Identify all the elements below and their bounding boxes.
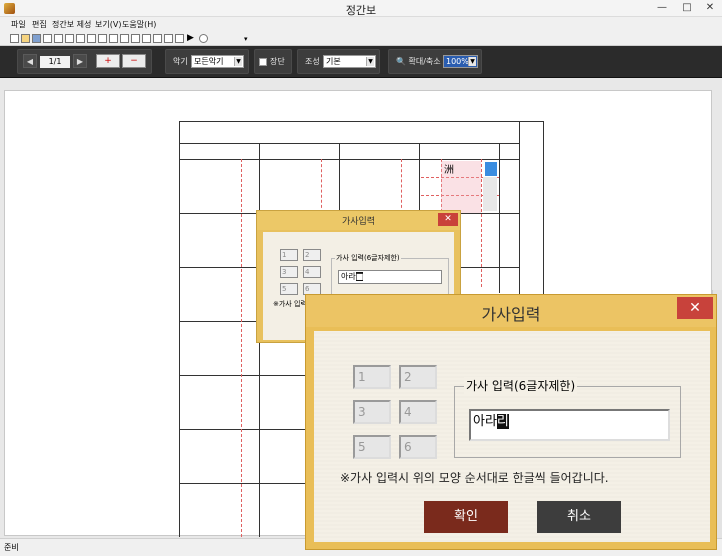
small-dialog-header: 가사입력 ✕ [257, 211, 460, 230]
lyrics-input[interactable]: 아라리 [469, 409, 670, 441]
tool-icon[interactable] [131, 34, 140, 43]
remove-page-button[interactable]: − [122, 54, 146, 68]
jangdan-label: 장단 [270, 57, 285, 66]
menu-file[interactable]: 파일 [11, 19, 26, 30]
print-icon[interactable] [43, 34, 52, 43]
add-page-button[interactable]: + [96, 54, 120, 68]
ok-button[interactable]: 확인 [424, 501, 508, 533]
zoom-label: 🔍 확대/축소 [396, 57, 441, 66]
instrument-select[interactable]: 모든악기 ▼ [191, 55, 244, 68]
preview-icon[interactable] [54, 34, 63, 43]
page-indicator: 1/1 [40, 56, 70, 68]
icon-toolbar: ▶ ▾ [0, 32, 722, 46]
minimize-button[interactable]: — [654, 1, 670, 15]
syllable-box-2: 2 [399, 365, 437, 389]
erase-icon[interactable] [87, 34, 96, 43]
cell-highlight [483, 177, 497, 211]
grid-icon[interactable] [65, 34, 74, 43]
small-box-1: 1 [280, 249, 298, 261]
menu-create[interactable]: 정간보 제성 [52, 19, 91, 30]
menu-edit[interactable]: 편집 [32, 19, 47, 30]
cell-character: 洲 [444, 165, 454, 176]
syllable-box-3: 3 [353, 400, 391, 424]
next-page-button[interactable]: ▶ [73, 54, 87, 68]
prev-page-button[interactable]: ◀ [23, 54, 37, 68]
syllable-box-1: 1 [353, 365, 391, 389]
instrument-label: 악기 [173, 57, 188, 66]
syllable-box-4: 4 [399, 400, 437, 424]
small-box-2: 2 [303, 249, 321, 261]
menu-help[interactable]: 도움말(H) [122, 19, 156, 30]
toolbar-dropdown-icon[interactable]: ▾ [244, 35, 248, 43]
cursor-cell[interactable] [485, 162, 497, 176]
dialog-header: 가사입력 ✕ [306, 295, 716, 327]
small-lyrics-input[interactable]: 아라■ [338, 270, 442, 284]
cut-icon[interactable] [120, 34, 129, 43]
dialog-body: 1 2 3 4 5 6 가사 입력(6글자제한) 아라리 ※가사 입력시 위의 … [314, 331, 710, 542]
music-icon[interactable] [175, 34, 184, 43]
save-icon[interactable] [32, 34, 41, 43]
paste-icon[interactable] [109, 34, 118, 43]
small-box-4: 4 [303, 266, 321, 278]
cancel-button[interactable]: 취소 [537, 501, 621, 533]
small-dialog-title: 가사입력 [341, 217, 376, 227]
help-icon[interactable] [199, 34, 208, 43]
zoom-select[interactable]: 100% ▼ [443, 55, 478, 68]
jangdan-checkbox[interactable] [259, 58, 267, 66]
small-box-5: 5 [280, 283, 298, 295]
grid2-icon[interactable] [76, 34, 85, 43]
maximize-button[interactable]: □ [679, 1, 695, 15]
syllable-box-6: 6 [399, 435, 437, 459]
dark-toolbar: ◀ 1/1 ▶ + − 악기 모든악기 ▼ 장단 조성 기본 ▼ 🔍 확대/축소 1… [0, 46, 722, 78]
close-window-button[interactable]: ✕ [702, 1, 718, 15]
jo-select[interactable]: 기본 ▼ [323, 55, 376, 68]
lyrics-note: ※가사 입력시 위의 모양 순서대로 한글씩 들어갑니다. [340, 471, 609, 485]
dialog-title: 가사입력 [481, 305, 541, 324]
text-icon[interactable] [153, 34, 162, 43]
copy-icon[interactable] [98, 34, 107, 43]
menu-view[interactable]: 보기(V) [95, 19, 121, 30]
title-bar: 정간보 — □ ✕ [0, 0, 722, 17]
play-icon[interactable]: ▶ [187, 34, 196, 43]
jo-label: 조성 [305, 57, 320, 66]
small-note: ※가사 입력 [273, 300, 307, 308]
image-icon[interactable] [164, 34, 173, 43]
table-icon[interactable] [142, 34, 151, 43]
window-title: 정간보 [345, 4, 377, 17]
dialog-close-icon[interactable]: ✕ [677, 297, 713, 319]
new-file-icon[interactable] [10, 34, 19, 43]
open-folder-icon[interactable] [21, 34, 30, 43]
status-text: 준비 [4, 543, 19, 552]
small-group-label: 가사 입력(6글자제한) [335, 253, 401, 263]
small-dialog-close-icon[interactable]: ✕ [438, 213, 458, 226]
syllable-box-5: 5 [353, 435, 391, 459]
lyrics-dialog: 가사입력 ✕ 1 2 3 4 5 6 가사 입력(6글자제한) 아라리 ※가사 … [305, 294, 717, 550]
small-box-3: 3 [280, 266, 298, 278]
menu-bar: 파일 편집 정간보 제성 보기(V) 도움말(H) [0, 17, 722, 32]
lyrics-group-label: 가사 입력(6글자제한) [464, 377, 578, 394]
